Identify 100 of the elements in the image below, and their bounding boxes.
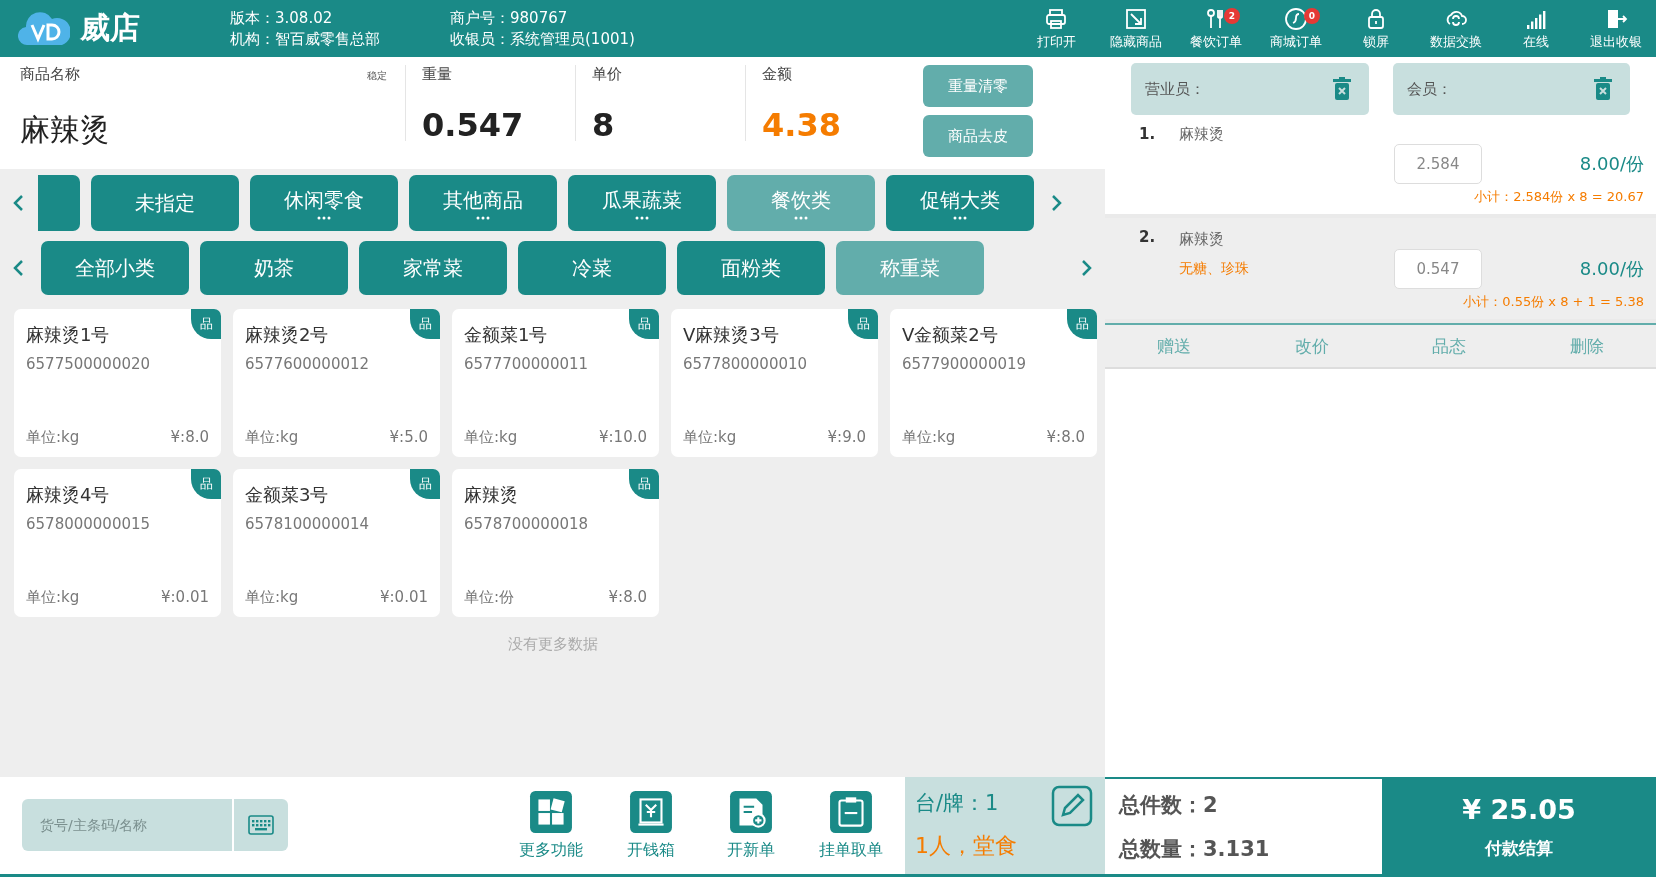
cash-drawer-icon (627, 790, 675, 834)
item-note: 无糖、珍珠 (1178, 260, 1250, 278)
product-card[interactable]: 品 麻辣烫 6578700000018 单位:份 ¥:8.0 (452, 469, 659, 617)
action-button[interactable]: 开新单 (707, 790, 795, 861)
product-unit: 单位:kg (26, 588, 80, 607)
subcategory-tab[interactable]: 家常菜 (359, 241, 507, 295)
product-code: 6578700000018 (464, 515, 590, 533)
product-card[interactable]: 品 金额菜3号 6578100000014 单位:kg ¥:0.01 (233, 469, 440, 617)
item-index: 1. (1139, 125, 1156, 143)
product-unit: 单位:kg (683, 428, 737, 447)
item-subtotal: 小计：0.55份 x 8 + 1 = 5.38 (1463, 293, 1644, 311)
toolbar-button[interactable]: 隐藏商品 (1096, 0, 1176, 57)
edit-icon (1051, 785, 1093, 827)
product-name: V金额菜2号 (902, 323, 999, 347)
count-badge: 0 (1304, 8, 1320, 24)
category-tab[interactable]: 瓜果蔬菜 (568, 175, 716, 231)
product-tag: 品 (1067, 309, 1097, 339)
grid-icon (527, 790, 575, 834)
weight-value: 0.547 (422, 106, 525, 144)
clerk-label: 营业员： (1145, 79, 1205, 99)
more-dots-icon (635, 215, 649, 220)
more-dots-icon (476, 215, 490, 220)
product-unit: 单位:kg (464, 428, 518, 447)
item-action-button[interactable]: 改价 (1242, 325, 1381, 367)
category-tab[interactable]: 餐饮类 (727, 175, 875, 231)
printer-icon (1044, 6, 1068, 31)
product-code: 6577600000012 (245, 355, 371, 373)
product-price: ¥:0.01 (380, 588, 428, 607)
category-tab[interactable]: 其他商品 (409, 175, 557, 231)
item-index: 2. (1139, 228, 1156, 246)
toolbar-button[interactable]: 商城订单 0 (1256, 0, 1336, 57)
table-number: 台/牌：1 (915, 790, 999, 817)
product-code: 6577900000019 (902, 355, 1028, 373)
product-card[interactable]: 品 V麻辣烫3号 6577800000010 单位:kg ¥:9.0 (671, 309, 878, 457)
subcategory-tab[interactable]: 面粉类 (677, 241, 825, 295)
keyboard-icon (248, 815, 274, 835)
toolbar-button[interactable]: 锁屏 (1336, 0, 1416, 57)
scale-button[interactable]: 重量清零 (923, 65, 1033, 107)
product-code: 6577800000010 (683, 355, 809, 373)
toolbar-button[interactable]: 餐饮订单 2 (1176, 0, 1256, 57)
merchant-text: 商户号：980767 (450, 7, 569, 29)
product-name: 金额菜3号 (245, 483, 330, 507)
order-item[interactable]: 2. 麻辣烫 无糖、珍珠 0.547 8.00/份 小计：0.55份 x 8 + 1 = 5.38 (1105, 218, 1656, 323)
product-card[interactable]: 品 麻辣烫1号 6577500000020 单位:kg ¥:8.0 (14, 309, 221, 457)
trash-icon[interactable] (1594, 77, 1612, 101)
toolbar-button[interactable]: 在线 (1496, 0, 1576, 57)
price-value: 8 (592, 106, 616, 144)
quantity-field[interactable]: 0.547 (1394, 249, 1482, 289)
total-quantity: 总数量：3.131 (1119, 835, 1271, 863)
product-name: 金额菜1号 (464, 323, 549, 347)
no-more-data-text: 没有更多数据 (507, 635, 598, 654)
search-field[interactable]: 货号/主条码/名称 (22, 799, 232, 851)
field-label: 商品名称 (20, 65, 80, 84)
item-action-button[interactable]: 赠送 (1105, 325, 1243, 367)
trash-icon[interactable] (1332, 77, 1351, 101)
item-name: 麻辣烫 (1179, 230, 1224, 249)
more-dots-icon (317, 215, 331, 220)
action-button[interactable]: 挂单取单 (807, 790, 895, 861)
subcategory-tab[interactable]: 称重菜 (836, 241, 984, 295)
version-text: 版本：3.08.02 (230, 7, 334, 29)
action-button[interactable]: 开钱箱 (607, 790, 695, 861)
item-subtotal: 小计：2.584份 x 8 = 20.67 (1474, 188, 1644, 206)
keyboard-button[interactable] (234, 799, 288, 851)
product-code: 6578000000015 (26, 515, 152, 533)
subcategory-tab[interactable]: 奶茶 (200, 241, 348, 295)
category-tab[interactable]: 未指定 (91, 175, 239, 231)
member-label: 会员： (1406, 79, 1452, 99)
product-code: 6577500000020 (26, 355, 152, 373)
clerk-field[interactable]: 营业员： (1131, 63, 1369, 115)
product-code: 6577700000011 (464, 355, 590, 373)
product-price: ¥:9.0 (827, 428, 866, 447)
category-tab[interactable]: 促销大类 (886, 175, 1034, 231)
product-price: ¥:0.01 (161, 588, 209, 607)
product-card[interactable]: 品 麻辣烫4号 6578000000015 单位:kg ¥:0.01 (14, 469, 221, 617)
product-name: V麻辣烫3号 (683, 323, 780, 347)
item-action-button[interactable]: 品态 (1380, 325, 1519, 367)
app-name: 威店 (80, 9, 141, 47)
stable-status: 稳定 (367, 69, 387, 83)
scale-button[interactable]: 商品去皮 (923, 115, 1033, 157)
member-field[interactable]: 会员： (1392, 63, 1630, 115)
product-price: ¥:10.0 (599, 428, 647, 447)
item-action-button[interactable]: 删除 (1518, 325, 1656, 367)
toolbar-button[interactable]: 退出收银 (1576, 0, 1656, 57)
product-price: ¥:8.0 (1046, 428, 1085, 447)
category-tab[interactable]: 休闲零食 (250, 175, 398, 231)
product-name: 麻辣烫4号 (26, 483, 111, 507)
total-count: 总件数：2 (1119, 791, 1219, 819)
action-button[interactable]: 更多功能 (507, 790, 595, 861)
product-card[interactable]: 品 麻辣烫2号 6577600000012 单位:kg ¥:5.0 (233, 309, 440, 457)
product-price: ¥:5.0 (389, 428, 428, 447)
unit-price: 8.00/份 (1578, 152, 1644, 176)
product-card[interactable]: 品 V金额菜2号 6577900000019 单位:kg ¥:8.0 (890, 309, 1097, 457)
quantity-field[interactable]: 2.584 (1394, 144, 1482, 184)
pay-button[interactable]: ¥ 25.05 付款结算 (1382, 779, 1656, 874)
subcategory-tab[interactable]: 全部小类 (41, 241, 189, 295)
toolbar-button[interactable]: 数据交换 (1416, 0, 1496, 57)
subcategory-tab[interactable]: 冷菜 (518, 241, 666, 295)
pay-label: 付款结算 (1485, 836, 1553, 860)
product-card[interactable]: 品 金额菜1号 6577700000011 单位:kg ¥:10.0 (452, 309, 659, 457)
toolbar-button[interactable]: 打印开 (1016, 0, 1096, 57)
